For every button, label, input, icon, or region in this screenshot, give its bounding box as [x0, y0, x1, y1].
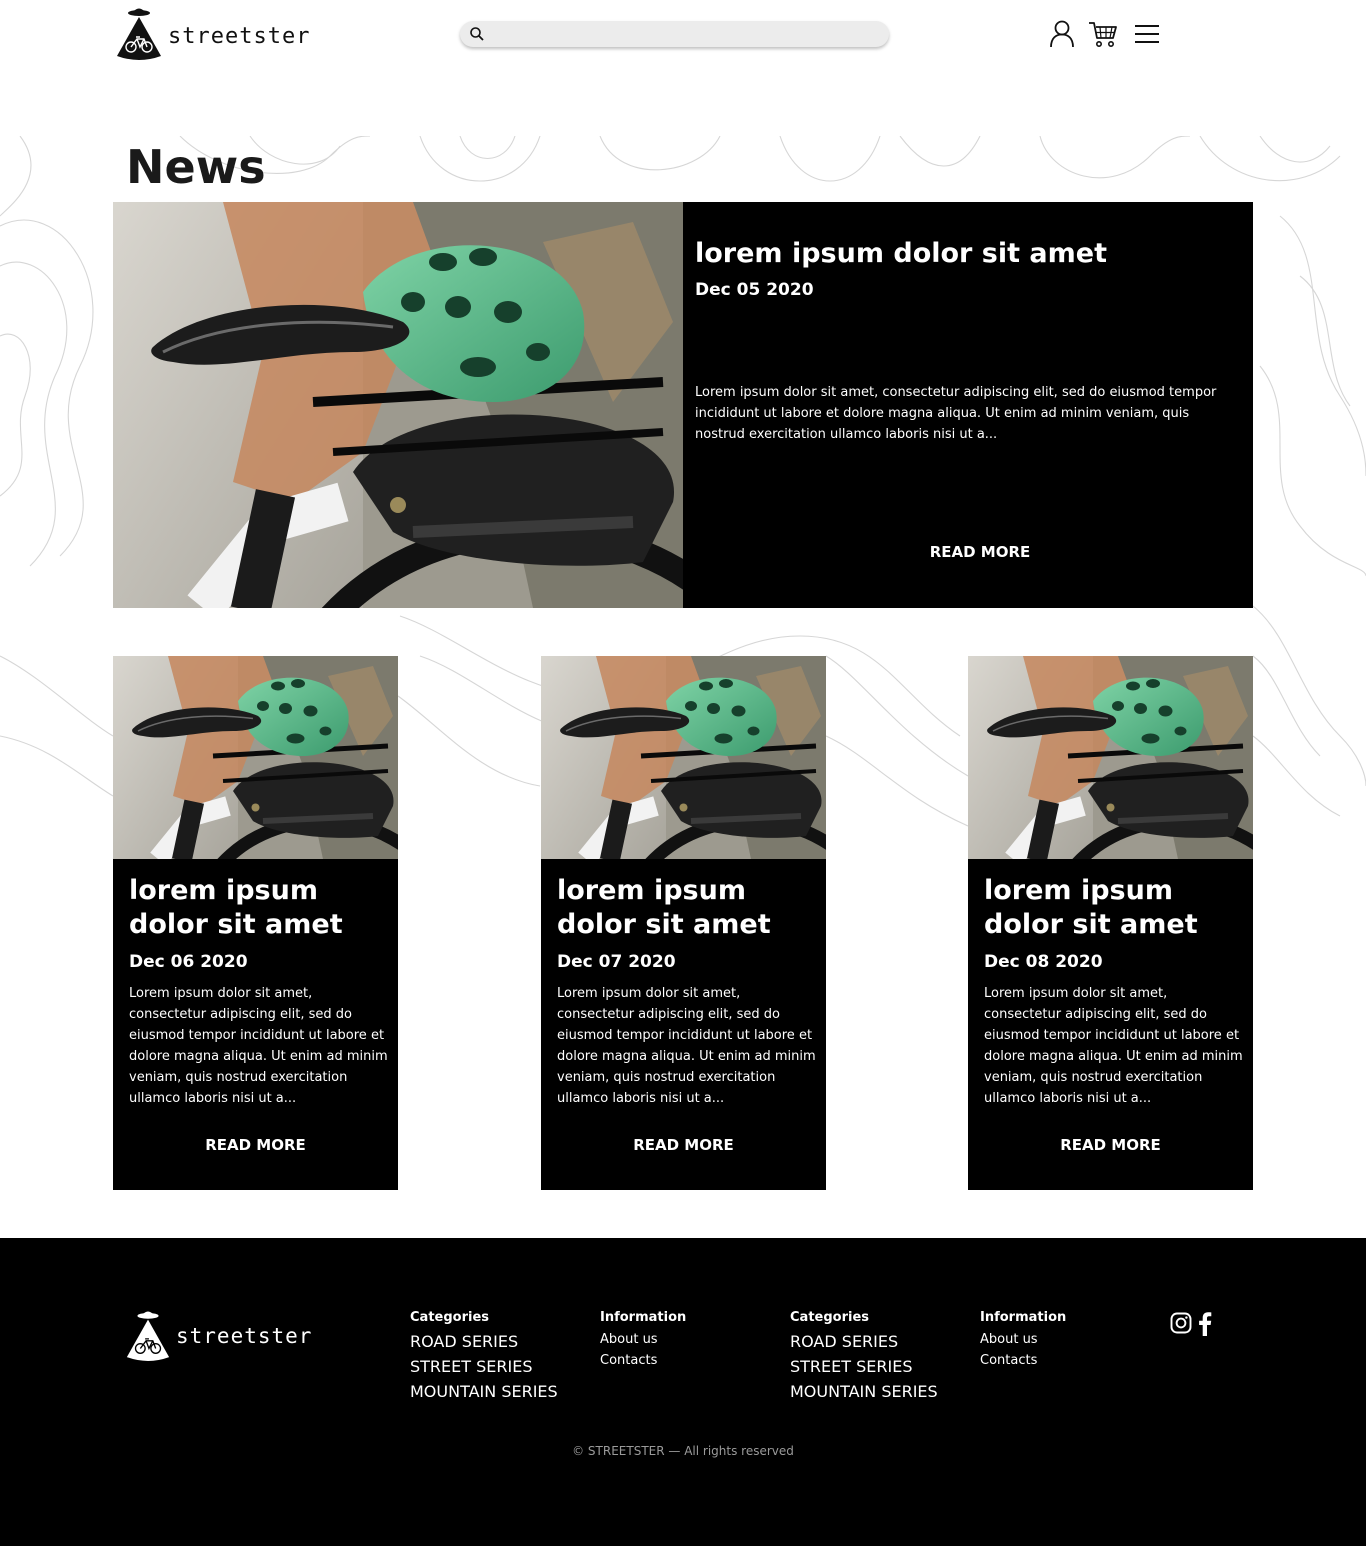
- brand-logo[interactable]: streetster: [114, 6, 309, 62]
- footer-column-information: Information About us Contacts: [600, 1310, 686, 1371]
- bike-helmet-photo: [968, 656, 1253, 859]
- footer-column-categories: Categories ROAD SERIES STREET SERIES MOU…: [410, 1310, 558, 1404]
- featured-article: lorem ipsum dolor sit amet Dec 05 2020 L…: [113, 202, 1253, 608]
- search-bar[interactable]: [460, 21, 889, 47]
- footer-column-information: Information About us Contacts: [980, 1310, 1066, 1371]
- user-icon[interactable]: [1049, 20, 1075, 48]
- article-title[interactable]: lorem ipsum dolor sit amet: [695, 238, 1107, 269]
- footer-link-street-series[interactable]: STREET SERIES: [790, 1354, 938, 1379]
- news-card: lorem ipsum dolor sit amet Dec 07 2020 L…: [541, 656, 826, 1190]
- cart-icon[interactable]: [1088, 20, 1118, 48]
- article-date: Dec 06 2020: [129, 952, 248, 972]
- footer-link-mountain-series[interactable]: MOUNTAIN SERIES: [790, 1379, 938, 1404]
- site-header: streetster: [0, 0, 1366, 72]
- footer-column-heading: Information: [600, 1310, 687, 1325]
- featured-article-content: lorem ipsum dolor sit amet Dec 05 2020 L…: [695, 202, 1245, 608]
- news-card: lorem ipsum dolor sit amet Dec 08 2020 L…: [968, 656, 1253, 1190]
- footer-link-about-us[interactable]: About us: [600, 1329, 686, 1350]
- featured-article-image[interactable]: [113, 202, 683, 608]
- bike-helmet-photo: [541, 656, 826, 859]
- site-footer: streetster Categories ROAD SERIES STREET…: [0, 1238, 1366, 1546]
- news-card-image[interactable]: [968, 656, 1253, 859]
- article-title[interactable]: lorem ipsum dolor sit amet: [984, 874, 1246, 942]
- news-card-image[interactable]: [541, 656, 826, 859]
- article-date: Dec 07 2020: [557, 952, 676, 972]
- article-excerpt: Lorem ipsum dolor sit amet, consectetur …: [129, 986, 388, 1106]
- article-excerpt: Lorem ipsum dolor sit amet, consectetur …: [695, 385, 1217, 442]
- page-title: News: [126, 140, 266, 194]
- ufo-logo-icon: [114, 6, 164, 62]
- footer-link-street-series[interactable]: STREET SERIES: [410, 1354, 558, 1379]
- footer-column-heading: Categories: [790, 1310, 870, 1325]
- read-more-button[interactable]: READ MORE: [968, 1136, 1253, 1154]
- read-more-button[interactable]: READ MORE: [695, 543, 1265, 561]
- read-more-button[interactable]: READ MORE: [113, 1136, 398, 1154]
- footer-column-heading: Categories: [410, 1310, 490, 1325]
- footer-link-contacts[interactable]: Contacts: [600, 1350, 686, 1371]
- article-date: Dec 05 2020: [695, 280, 814, 300]
- footer-link-contacts[interactable]: Contacts: [980, 1350, 1066, 1371]
- footer-logo[interactable]: streetster: [124, 1308, 311, 1366]
- menu-icon[interactable]: [1134, 24, 1160, 44]
- article-excerpt: Lorem ipsum dolor sit amet, consectetur …: [984, 986, 1243, 1106]
- article-title[interactable]: lorem ipsum dolor sit amet: [129, 874, 391, 942]
- search-icon[interactable]: [469, 26, 485, 42]
- bike-helmet-photo: [113, 202, 683, 608]
- facebook-icon[interactable]: [1198, 1311, 1212, 1336]
- instagram-icon[interactable]: [1170, 1312, 1192, 1334]
- copyright-text: © STREETSTER — All rights reserved: [572, 1444, 794, 1458]
- news-card: lorem ipsum dolor sit amet Dec 06 2020 L…: [113, 656, 398, 1190]
- footer-link-about-us[interactable]: About us: [980, 1329, 1066, 1350]
- brand-name: streetster: [168, 24, 311, 49]
- footer-logo-bike-icon: [134, 1338, 162, 1354]
- footer-column-heading: Information: [980, 1310, 1067, 1325]
- footer-link-road-series[interactable]: ROAD SERIES: [410, 1329, 558, 1354]
- article-title[interactable]: lorem ipsum dolor sit amet: [557, 874, 819, 942]
- read-more-button[interactable]: READ MORE: [541, 1136, 826, 1154]
- bike-helmet-photo: [113, 656, 398, 859]
- footer-link-mountain-series[interactable]: MOUNTAIN SERIES: [410, 1379, 558, 1404]
- footer-brand-name: streetster: [176, 1324, 313, 1348]
- article-excerpt: Lorem ipsum dolor sit amet, consectetur …: [557, 986, 816, 1106]
- article-date: Dec 08 2020: [984, 952, 1103, 972]
- search-input[interactable]: [490, 24, 880, 44]
- footer-link-road-series[interactable]: ROAD SERIES: [790, 1329, 938, 1354]
- footer-column-categories: Categories ROAD SERIES STREET SERIES MOU…: [790, 1310, 938, 1404]
- news-card-image[interactable]: [113, 656, 398, 859]
